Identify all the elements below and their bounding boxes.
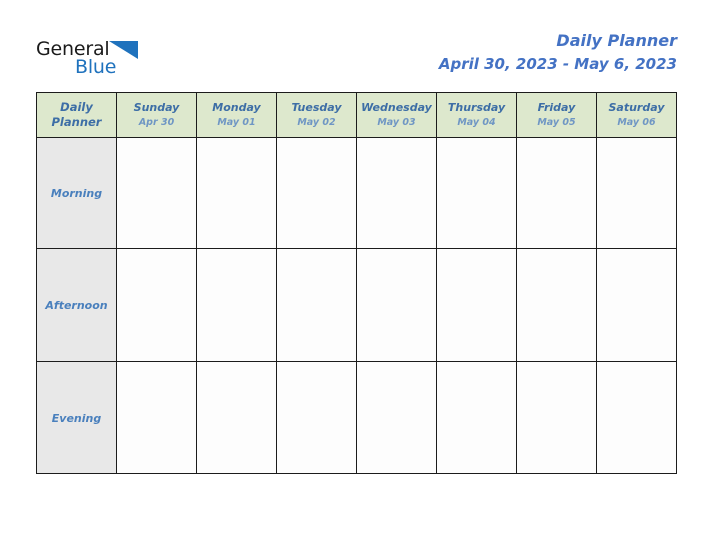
slot-morning-wednesday[interactable] (356, 137, 437, 249)
slot-evening-wednesday[interactable] (356, 361, 437, 474)
slot-afternoon-thursday[interactable] (436, 248, 517, 362)
weekly-planner-table: Daily Planner Sunday Apr 30 Monday May 0… (36, 92, 677, 474)
row-label-text: Evening (51, 411, 102, 425)
row-label-morning: Morning (36, 137, 117, 249)
column-header-sunday: Sunday Apr 30 (116, 92, 197, 138)
column-date: May 02 (297, 116, 336, 128)
slot-evening-thursday[interactable] (436, 361, 517, 474)
title-block: Daily Planner April 30, 2023 - May 6, 20… (439, 31, 677, 74)
slot-evening-monday[interactable] (196, 361, 277, 474)
logo-text-blue: Blue (75, 56, 117, 78)
column-date: May 01 (217, 116, 256, 128)
column-header-tuesday: Tuesday May 02 (276, 92, 357, 138)
slot-afternoon-tuesday[interactable] (276, 248, 357, 362)
table-row-evening: Evening (36, 361, 677, 474)
corner-label-line2: Planner (51, 115, 102, 129)
date-range: April 30, 2023 - May 6, 2023 (438, 55, 677, 73)
slot-morning-sunday[interactable] (116, 137, 197, 249)
slot-morning-tuesday[interactable] (276, 137, 357, 249)
generalblue-logo: General Blue (36, 38, 156, 80)
column-day-name: Tuesday (291, 100, 342, 114)
column-date: May 06 (617, 116, 656, 128)
slot-evening-sunday[interactable] (116, 361, 197, 474)
column-date: Apr 30 (138, 116, 175, 128)
column-day-name: Thursday (447, 100, 506, 114)
slot-afternoon-saturday[interactable] (596, 248, 677, 362)
column-header-thursday: Thursday May 04 (436, 92, 517, 138)
row-label-text: Morning (50, 187, 103, 200)
slot-evening-tuesday[interactable] (276, 361, 357, 474)
slot-afternoon-sunday[interactable] (116, 248, 197, 362)
column-header-friday: Friday May 05 (516, 92, 597, 138)
page-title: Daily Planner (556, 31, 677, 50)
row-label-evening: Evening (36, 361, 117, 474)
corner-label-line1: Daily (60, 100, 93, 114)
column-day-name: Saturday (608, 100, 665, 114)
slot-morning-monday[interactable] (196, 137, 277, 249)
column-header-monday: Monday May 01 (196, 92, 277, 138)
slot-afternoon-monday[interactable] (196, 248, 277, 362)
column-date: May 04 (457, 116, 496, 128)
slot-afternoon-wednesday[interactable] (356, 248, 437, 362)
table-row-morning: Morning (36, 137, 677, 249)
page-header: General Blue Daily Planner April 30, 202… (0, 0, 712, 92)
row-label-text: Afternoon (45, 299, 108, 312)
slot-afternoon-friday[interactable] (516, 248, 597, 362)
slot-evening-saturday[interactable] (596, 361, 677, 474)
column-header-wednesday: Wednesday May 03 (356, 92, 437, 138)
column-header-saturday: Saturday May 06 (596, 92, 677, 138)
column-day-name: Wednesday (361, 100, 432, 114)
table-corner-header: Daily Planner (36, 92, 117, 138)
column-day-name: Sunday (133, 100, 180, 114)
column-date: May 03 (377, 116, 416, 128)
table-header-row: Daily Planner Sunday Apr 30 Monday May 0… (36, 92, 677, 138)
slot-evening-friday[interactable] (516, 361, 597, 474)
column-day-name: Friday (537, 100, 576, 114)
slot-morning-saturday[interactable] (596, 137, 677, 249)
column-day-name: Monday (212, 100, 261, 114)
table-row-afternoon: Afternoon (36, 248, 677, 362)
row-label-afternoon: Afternoon (36, 248, 117, 362)
slot-morning-friday[interactable] (516, 137, 597, 249)
column-date: May 05 (537, 116, 576, 128)
slot-morning-thursday[interactable] (436, 137, 517, 249)
